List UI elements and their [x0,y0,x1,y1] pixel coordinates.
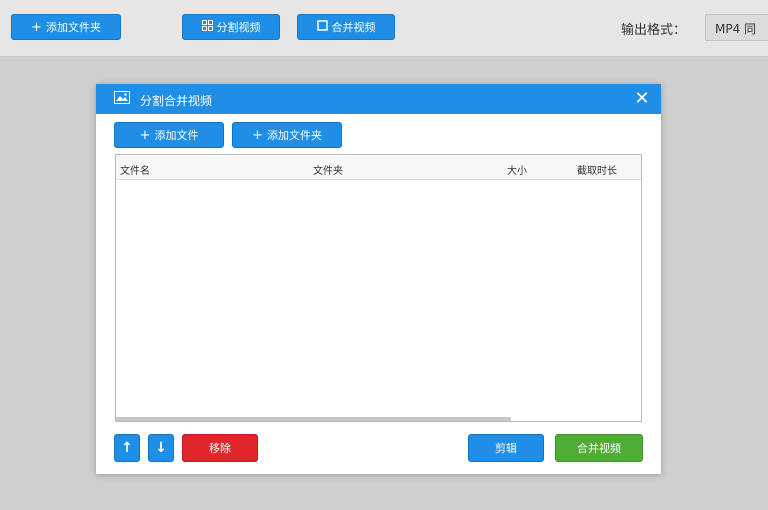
plus-icon: + [139,127,151,143]
close-icon[interactable]: ✕ [633,90,651,108]
split-merge-dialog: 分割合并视频 ✕ + 添加文件 + 添加文件夹 文件名 文件夹 大小 截取时长 … [96,84,661,474]
output-format-select[interactable]: MP4 同 [705,14,768,41]
add-folder-label: 添加文件夹 [45,21,101,34]
image-icon [114,91,130,104]
dialog-title: 分割合并视频 [140,94,213,108]
dialog-title-bar: 分割合并视频 ✕ [96,84,661,114]
column-header-folder[interactable]: 文件夹 [313,162,343,177]
file-table[interactable]: 文件名 文件夹 大小 截取时长 [115,154,642,422]
merge-button[interactable]: 合并视频 [555,434,643,462]
plus-icon: + [31,19,42,35]
dialog-add-folder-button[interactable]: + 添加文件夹 [232,122,342,148]
merge-icon [316,20,328,34]
merge-label: 合并视频 [577,442,621,455]
remove-button[interactable]: 移除 [182,434,258,462]
dialog-add-folder-label: 添加文件夹 [266,129,322,142]
output-format-label: 输出格式： [621,23,687,38]
plus-icon: + [252,127,263,143]
add-folder-button[interactable]: + 添加文件夹 [11,14,121,40]
split-video-label: 分割视频 [216,21,261,34]
column-header-filename[interactable]: 文件名 [120,162,150,177]
horizontal-scrollbar[interactable] [116,417,511,421]
edit-button[interactable]: 剪辑 [468,434,544,462]
column-header-size[interactable]: 大小 [507,162,527,177]
split-video-button[interactable]: 分割视频 [182,14,280,40]
add-file-button[interactable]: + 添加文件 [114,122,224,148]
move-up-button[interactable]: ↑ [114,434,140,462]
arrow-up-icon: ↑ [121,440,133,456]
top-toolbar: + 添加文件夹 分割视频 合并视频 输出格式： MP4 同 [0,0,768,57]
arrow-down-icon: ↓ [155,440,167,456]
merge-video-button[interactable]: 合并视频 [297,14,395,40]
split-icon [201,20,213,34]
column-header-duration[interactable]: 截取时长 [577,162,617,177]
move-down-button[interactable]: ↓ [148,434,174,462]
edit-label: 剪辑 [495,442,517,455]
table-header: 文件名 文件夹 大小 截取时长 [116,155,641,180]
add-file-label: 添加文件 [154,129,199,142]
merge-video-label: 合并视频 [331,21,376,34]
remove-label: 移除 [209,442,231,455]
